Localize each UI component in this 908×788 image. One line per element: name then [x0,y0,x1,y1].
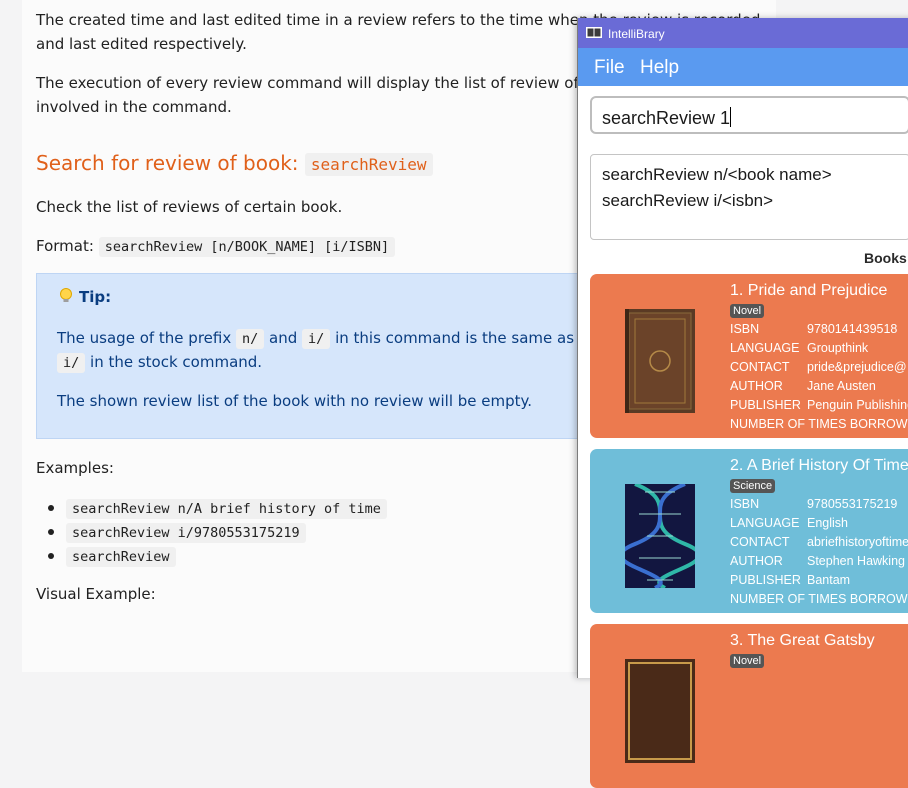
window-title: IntelliBrary [608,27,665,41]
book-field-row: ISBN 9780141439518 [730,322,897,336]
description-text: Check the list of reviews of certain boo… [36,198,343,216]
field-label: LANGUAGE [730,341,800,355]
field-label: CONTACT [730,360,790,374]
genre-tag: Science [730,479,776,493]
menu-bar: File Help [578,48,908,86]
list-item: searchReview [48,544,387,568]
field-label: LANGUAGE [730,516,800,530]
examples-label: Examples: [36,459,114,477]
tip-text: in the stock command. [85,353,263,371]
field-value: Groupthink [807,341,869,355]
menu-file[interactable]: File [594,57,625,79]
tip-title-text: Tip: [79,288,112,306]
format-line: Format: searchReview [n/BOOK_NAME] [i/IS… [36,234,396,259]
title-bar[interactable]: IntelliBrary [578,18,908,48]
field-label: PUBLISHER [730,573,801,587]
tip-text: and [264,329,303,347]
book-field-row: CONTACT pride&prejudice@ [730,360,907,374]
result-display[interactable]: searchReview n/<book name> searchReview … [590,154,908,240]
field-label: NUMBER OF TIMES BORROWED [730,592,908,606]
book-title: 3. The Great Gatsby [730,632,875,649]
book-cover-image [625,659,695,763]
heading-text: Search for review of book: [36,151,305,175]
paragraph-text: involved in the command. [36,98,232,116]
field-label: AUTHOR [730,554,783,568]
format-code: searchReview [n/BOOK_NAME] [i/ISBN] [98,237,396,257]
result-line: searchReview i/<isbn> [602,191,774,210]
genre-tag: Novel [730,304,765,318]
field-label: AUTHOR [730,379,783,393]
paragraph-text: and last edited respectively. [36,35,247,53]
example-code: searchReview [66,547,176,567]
lightbulb-icon [60,288,72,302]
example-code: searchReview n/A brief history of time [66,499,387,519]
books-panel-label: Books [864,250,907,266]
format-label: Format: [36,237,99,255]
book-field-row: NUMBER OF TIMES BORROWED [730,592,908,606]
field-label: NUMBER OF TIMES BORROWED [730,417,908,431]
field-value: abriefhistoryoftime [807,535,908,549]
tip-code: i/ [57,353,86,373]
book-cover-image [625,309,695,413]
book-field-row: LANGUAGE Groupthink [730,341,868,355]
book-field-row: NUMBER OF TIMES BORROWED [730,417,908,431]
field-value: Jane Austen [807,379,876,393]
book-card[interactable]: 1. Pride and Prejudice Novel ISBN 9780141… [590,274,908,438]
field-value: Penguin Publishing [807,398,908,412]
field-value: English [807,516,848,530]
command-value: searchReview 1 [602,108,731,128]
book-field-row: AUTHOR Stephen Hawking [730,554,905,568]
tip-line: i/ in the stock command. [57,350,262,375]
book-title: 2. A Brief History Of Time [730,457,908,474]
book-field-row: LANGUAGE English [730,516,848,530]
section-heading: Search for review of book: searchReview [36,151,433,176]
field-label: ISBN [730,497,760,511]
book-field-row: PUBLISHER Penguin Publishing [730,398,908,412]
field-value: Bantam [807,573,851,587]
book-field-row: AUTHOR Jane Austen [730,379,876,393]
tip-code: n/ [236,329,265,349]
text-caret [730,107,732,127]
book-field-row: CONTACT abriefhistoryoftime [730,535,908,549]
list-item: searchReview i/9780553175219 [48,520,387,544]
list-item: searchReview n/A brief history of time [48,496,387,520]
field-value: 9780553175219 [807,497,898,511]
intellibrary-window[interactable]: IntelliBrary File Help searchReview 1 se… [577,18,908,788]
paragraph-text: The execution of every review command wi… [36,74,650,92]
menu-help[interactable]: Help [640,57,679,79]
heading-code: searchReview [304,153,433,176]
book-field-row: ISBN 9780553175219 [730,497,897,511]
book-field-row: PUBLISHER Bantam [730,573,850,587]
tip-text: The usage of the prefix [57,329,236,347]
book-title: 1. Pride and Prejudice [730,282,888,299]
visual-example-label: Visual Example: [36,585,156,603]
example-code: searchReview i/9780553175219 [66,523,306,543]
field-label: CONTACT [730,535,790,549]
tip-title: Tip: [59,288,111,306]
field-value: pride&prejudice@ [807,360,907,374]
field-label: ISBN [730,322,760,336]
field-value: Stephen Hawking [807,554,905,568]
tip-code: i/ [302,329,331,349]
book-cover-image [625,484,695,588]
book-card[interactable]: 3. The Great Gatsby Novel [590,624,908,788]
command-input[interactable]: searchReview 1 [590,96,908,134]
result-line: searchReview n/<book name> [602,165,832,184]
field-value: 9780141439518 [807,322,898,336]
tip-line: The shown review list of the book with n… [57,392,533,410]
book-card[interactable]: 2. A Brief History Of Time Science ISBN 9… [590,449,908,613]
genre-tag: Novel [730,654,765,668]
examples-list: searchReview n/A brief history of time s… [48,496,387,568]
app-book-icon [586,27,602,38]
field-label: PUBLISHER [730,398,801,412]
